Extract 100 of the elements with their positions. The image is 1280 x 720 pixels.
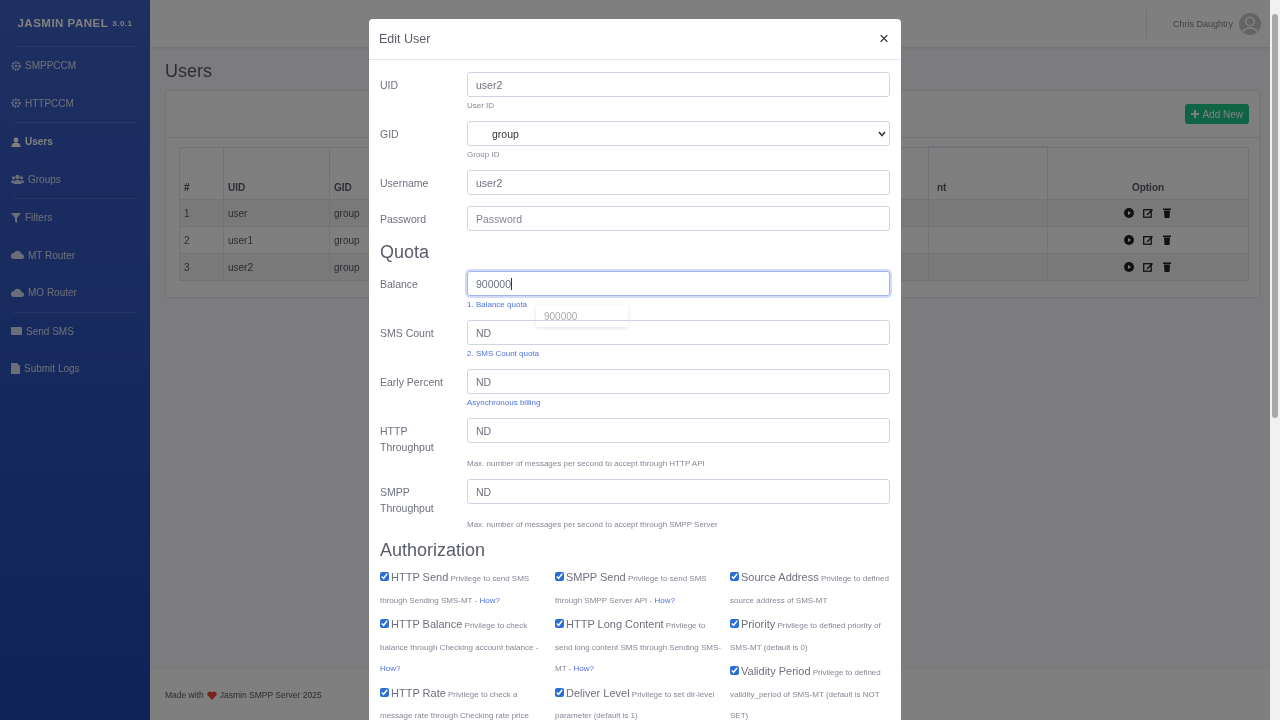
field-label: HTTP Throughput [380, 424, 435, 455]
input-field[interactable]: user2 [467, 72, 890, 97]
users-icon [11, 174, 24, 185]
field-label: UID [380, 78, 400, 93]
message-icon [11, 326, 22, 337]
permission-text: Source Address Privilege to defined source address of SMS-MT [730, 570, 890, 607]
checkbox[interactable] [380, 619, 389, 628]
input-field[interactable]: 900000 [467, 271, 890, 296]
checkbox[interactable] [730, 619, 739, 628]
sidebar-item[interactable]: HTTPCCM [11, 84, 136, 122]
chevron-down-icon [878, 130, 886, 137]
field-label: SMPP Throughput [380, 485, 435, 516]
table-cell: user1 [228, 234, 253, 246]
checkbox[interactable] [555, 572, 564, 581]
permission-text: SMPP Send Privilege to send SMS through SMPP Server API - How? [555, 570, 708, 607]
scrollbar[interactable] [1270, 0, 1280, 720]
gear-icon [11, 60, 21, 71]
play-icon[interactable] [1124, 235, 1134, 245]
checkbox[interactable] [730, 572, 739, 581]
document-icon [11, 363, 20, 375]
table-cell: user [228, 207, 248, 219]
group-select[interactable]: group [467, 121, 890, 146]
help-text: User ID [467, 101, 496, 110]
sidebar-item[interactable]: MT Router [11, 236, 136, 274]
trash-icon[interactable] [1162, 208, 1172, 218]
help-text: 1. Balance quota [467, 300, 529, 309]
help-text: Group ID [467, 150, 501, 159]
help-text: Asynchronous billing [467, 398, 542, 407]
play-icon[interactable] [1124, 208, 1134, 218]
field-label: Password [380, 212, 428, 227]
permission-text: Priority Privilege to defined priority of SMS-MT (default is 0) [730, 617, 882, 654]
help-text: 2. SMS Count quota [467, 349, 541, 358]
column-header: UID [228, 182, 246, 193]
checkbox[interactable] [555, 619, 564, 628]
help-text: Max. number of messages per second to accept through SMPP Server [467, 520, 719, 529]
footer-text: Jasmin SMPP Server 2025 [219, 690, 322, 700]
permission-text: HTTP Balance Privilege to check balance through Checking account balance - How? [380, 617, 540, 675]
sidebar-item[interactable]: Users [11, 123, 136, 161]
table-cell: 1 [184, 207, 190, 219]
autocomplete-suggestion[interactable]: 900000 [536, 305, 628, 327]
checkbox[interactable] [380, 572, 389, 581]
permission-text: Validity Period Privilege to defined validity_period of SMS-MT (default is NOT SET) [730, 664, 882, 720]
sidebar-item[interactable]: Groups [11, 160, 136, 198]
scrollbar-thumb[interactable] [1272, 14, 1278, 418]
how-link[interactable]: How? [380, 664, 401, 673]
checkbox[interactable] [730, 666, 739, 675]
sidebar-item[interactable]: MO Router [11, 274, 136, 312]
sidebar-item[interactable]: SMPPCCM [11, 47, 136, 85]
input-field[interactable]: ND [467, 369, 890, 394]
field-label: GID [380, 127, 400, 142]
table-cell: user2 [228, 261, 253, 273]
trash-icon[interactable] [1162, 262, 1172, 272]
how-link[interactable]: How? [654, 595, 675, 605]
section-heading: Authorization [380, 540, 487, 561]
page-title: Users [165, 61, 213, 82]
help-text: Max. number of messages per second to accept through HTTP API [467, 459, 706, 468]
cloud-icon [11, 287, 24, 298]
field-label: Early Percent [380, 375, 445, 390]
sidebar-item[interactable]: Send SMS [11, 312, 136, 350]
column-header: GID [334, 182, 352, 193]
footer-text: Made with [165, 690, 204, 700]
permission-text: HTTP Send Privilege to send SMS through Sending SMS-MT - How? [380, 570, 531, 607]
plus-icon [1191, 110, 1200, 118]
section-heading: Quota [380, 242, 431, 263]
field-label: Username [380, 176, 430, 191]
column-header: # [184, 182, 190, 193]
table-cell: group [334, 207, 360, 219]
permission-text: HTTP Rate Privilege to check a message rate through Checking rate price [380, 685, 530, 720]
permission-text: Deliver Level Privilege to set dlr-level parameter (default is 1) [555, 685, 716, 720]
table-cell: group [334, 261, 360, 273]
sidebar-item[interactable]: Submit Logs [11, 350, 136, 388]
column-header: Option [1131, 182, 1165, 193]
cloud-icon [11, 250, 24, 261]
field-label: SMS Count [380, 326, 435, 341]
heart-icon [206, 690, 217, 700]
how-link[interactable]: How? [573, 664, 594, 673]
trash-icon[interactable] [1162, 235, 1172, 245]
filter-icon [11, 212, 21, 223]
edit-icon[interactable] [1143, 235, 1153, 245]
permission-text: HTTP Long Content Privilege to send long content SMS through Sending SMS-MT - How? [555, 617, 722, 675]
table-cell: 3 [184, 261, 190, 273]
table-cell: group [334, 234, 360, 246]
modal-title: Edit User [379, 32, 431, 46]
gear-icon [11, 98, 21, 109]
table-cell: 2 [184, 234, 190, 246]
input-field[interactable]: user2 [467, 170, 890, 195]
how-link[interactable]: How? [479, 595, 500, 605]
checkbox[interactable] [555, 687, 564, 697]
password-field[interactable]: Password [467, 206, 890, 231]
sidebar-item[interactable]: Filters [11, 199, 136, 237]
user-icon [11, 136, 21, 147]
column-header: nt [937, 182, 947, 193]
edit-icon[interactable] [1143, 262, 1153, 272]
input-field[interactable]: ND [467, 418, 890, 443]
edit-icon[interactable] [1143, 208, 1153, 218]
input-field[interactable]: ND [467, 320, 890, 345]
play-icon[interactable] [1124, 262, 1134, 272]
close-button[interactable]: × [877, 29, 891, 49]
input-field[interactable]: ND [467, 479, 890, 504]
checkbox[interactable] [380, 687, 389, 697]
